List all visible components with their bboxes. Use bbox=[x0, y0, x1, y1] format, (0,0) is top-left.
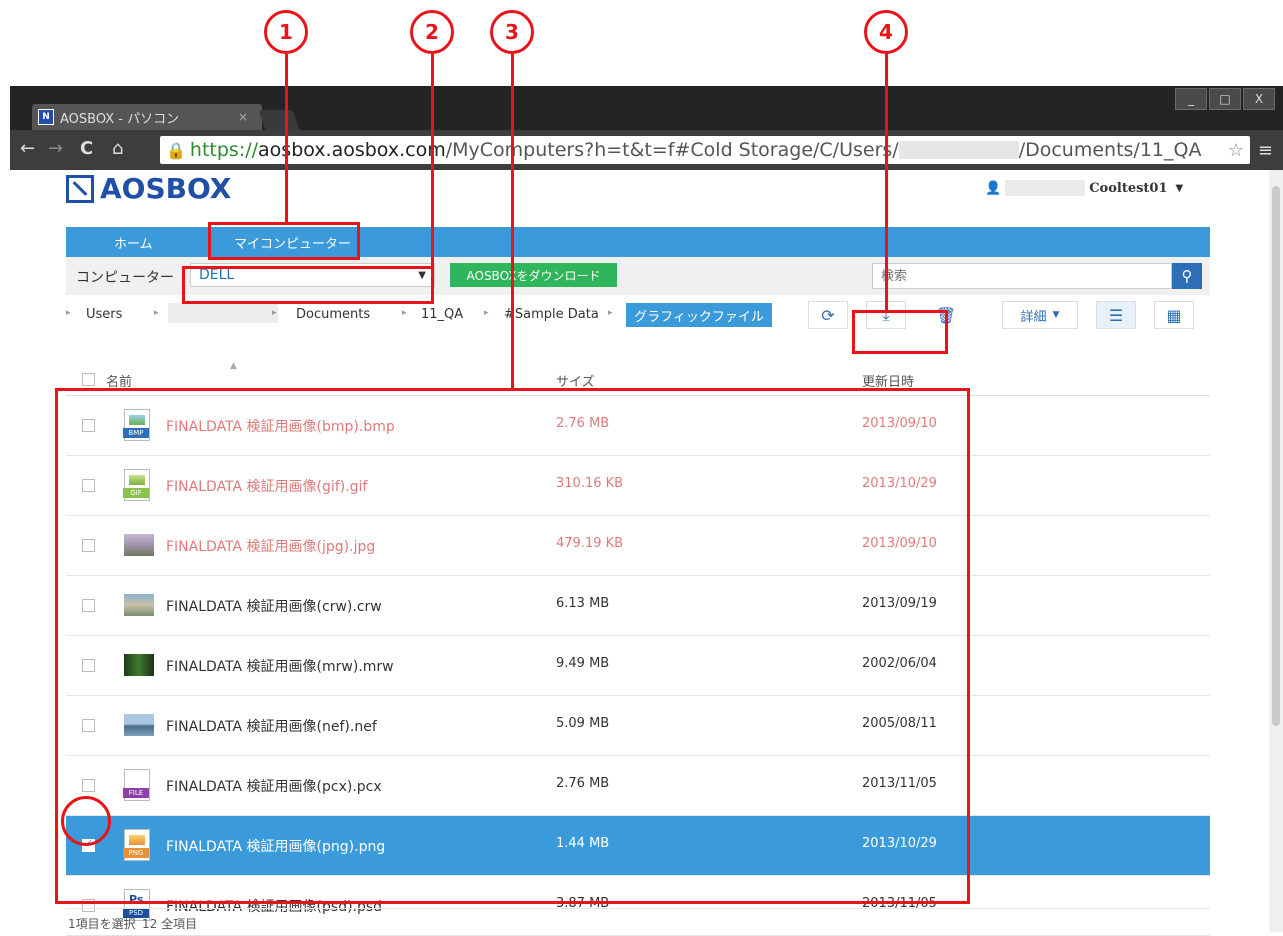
sort-ascending-icon: ▲ bbox=[230, 361, 237, 371]
browser-menu-icon[interactable]: ≡ bbox=[1258, 140, 1273, 161]
redacted-folder[interactable] bbox=[168, 303, 278, 323]
refresh-button[interactable]: ⟳ bbox=[808, 301, 848, 329]
callout-line-1 bbox=[285, 54, 288, 222]
search-icon: ⚲ bbox=[1181, 267, 1193, 285]
computer-label: コンピューター bbox=[76, 270, 174, 286]
detail-label: 詳細 bbox=[1020, 309, 1047, 325]
url-scheme: https:// bbox=[189, 139, 259, 161]
refresh-icon: ⟳ bbox=[821, 305, 835, 325]
highlight-file-list bbox=[55, 388, 970, 904]
caret-down-icon: ▼ bbox=[1175, 182, 1184, 194]
breadcrumb-documents[interactable]: Documents bbox=[296, 307, 370, 322]
breadcrumb-11-qa[interactable]: 11_QA bbox=[421, 307, 463, 322]
window-controls: _ □ X bbox=[1173, 88, 1275, 110]
detail-dropdown-button[interactable]: 詳細 ▼ bbox=[1002, 301, 1078, 329]
highlight-computer-select bbox=[182, 266, 434, 304]
callout-4: 4 bbox=[864, 10, 908, 54]
minimize-button[interactable]: _ bbox=[1175, 88, 1207, 110]
aosbox-logo-icon bbox=[66, 174, 94, 203]
grid-view-icon: ▦ bbox=[1166, 305, 1182, 325]
user-name: Cooltest01 bbox=[1089, 180, 1168, 196]
logo-text: AOSBOX bbox=[100, 172, 232, 205]
highlight-my-computers bbox=[208, 222, 360, 260]
breadcrumb-separator-icon: ▸ bbox=[484, 308, 489, 318]
tab-bar: N AOSBOX - パソコン × _ □ X bbox=[10, 86, 1283, 130]
lock-icon: 🔒 bbox=[166, 140, 186, 160]
list-view-button[interactable]: ☰ bbox=[1096, 301, 1136, 329]
breadcrumb-users[interactable]: Users bbox=[86, 307, 122, 322]
breadcrumb-separator-icon: ▸ bbox=[272, 308, 277, 318]
selected-count: 1項目を選択 bbox=[68, 917, 136, 931]
callout-line-3 bbox=[511, 54, 514, 388]
search-button[interactable]: ⚲ bbox=[1172, 263, 1202, 289]
close-window-button[interactable]: X bbox=[1243, 88, 1275, 110]
new-tab-button[interactable] bbox=[258, 110, 300, 130]
reload-icon[interactable]: C bbox=[80, 138, 93, 159]
browser-tab[interactable]: N AOSBOX - パソコン × bbox=[32, 104, 262, 130]
callout-2: 2 bbox=[410, 10, 454, 54]
user-icon: 👤 bbox=[985, 180, 1002, 196]
callout-1: 1 bbox=[264, 10, 308, 54]
total-count: 12 全項目 bbox=[142, 917, 198, 931]
breadcrumb-separator-icon: ▸ bbox=[402, 308, 407, 318]
status-footer: 1項目を選択 12 全項目 bbox=[66, 908, 1210, 933]
url-suffix: /Documents/11_QA bbox=[1018, 139, 1202, 161]
highlight-download-button bbox=[852, 310, 948, 354]
breadcrumb-toolbar: ▸ Users ▸ ▸ Documents ▸ 11_QA ▸ #Sample … bbox=[66, 299, 1210, 333]
home-icon[interactable]: ⌂ bbox=[112, 138, 123, 159]
download-aosbox-button[interactable]: AOSBOXをダウンロード bbox=[450, 263, 617, 287]
tab-title: AOSBOX - パソコン bbox=[60, 111, 180, 127]
breadcrumb-current[interactable]: グラフィックファイル bbox=[626, 303, 772, 327]
address-bar: ← → C ⌂ 🔒 https://aosbox.aosbox.com/MyCo… bbox=[10, 130, 1283, 170]
forward-arrow-icon[interactable]: → bbox=[48, 138, 63, 159]
breadcrumb-separator-icon: ▸ bbox=[154, 308, 159, 318]
callout-line-2 bbox=[431, 54, 434, 266]
redacted-user bbox=[1005, 180, 1086, 196]
search-input[interactable] bbox=[872, 263, 1172, 289]
maximize-button[interactable]: □ bbox=[1209, 88, 1241, 110]
bookmark-star-icon[interactable]: ☆ bbox=[1228, 140, 1244, 161]
redacted-username bbox=[898, 141, 1019, 159]
callout-3: 3 bbox=[490, 10, 534, 54]
list-view-icon: ☰ bbox=[1108, 305, 1124, 325]
breadcrumb-sample-data[interactable]: #Sample Data bbox=[504, 307, 599, 322]
highlight-selected-checkbox bbox=[61, 796, 111, 846]
back-arrow-icon[interactable]: ← bbox=[20, 138, 35, 159]
user-menu[interactable]: 👤 Cooltest01 ▼ bbox=[985, 180, 1183, 196]
grid-view-button[interactable]: ▦ bbox=[1154, 301, 1194, 329]
breadcrumb-separator-icon: ▸ bbox=[66, 308, 71, 318]
page-scrollbar[interactable] bbox=[1269, 170, 1283, 932]
tab-close-icon[interactable]: × bbox=[238, 110, 248, 124]
breadcrumb-separator-icon: ▸ bbox=[608, 308, 613, 318]
select-all-checkbox[interactable] bbox=[82, 373, 95, 386]
aosbox-favicon-icon: N bbox=[38, 109, 54, 125]
scrollbar-thumb[interactable] bbox=[1272, 186, 1280, 726]
nav-home[interactable]: ホーム bbox=[114, 227, 153, 257]
callout-line-4 bbox=[885, 54, 888, 310]
aosbox-logo[interactable]: AOSBOX bbox=[66, 172, 231, 205]
url-field[interactable]: 🔒 https://aosbox.aosbox.com/MyComputers?… bbox=[160, 136, 1250, 164]
caret-down-icon: ▼ bbox=[1052, 310, 1060, 320]
